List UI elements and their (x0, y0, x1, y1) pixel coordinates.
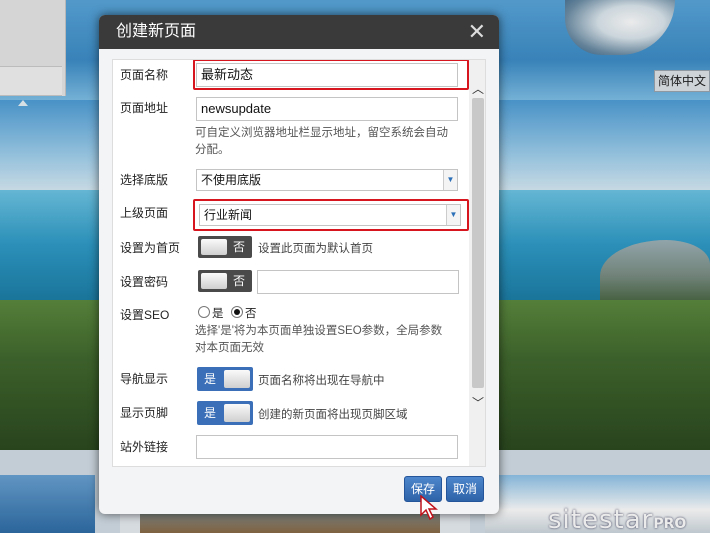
nav-display-toggle-text: 是 (204, 372, 217, 386)
dialog-title-bar: 创建新页面 ✕ (99, 15, 499, 49)
footer-display-hint: 创建的新页面将出现页脚区域 (258, 409, 408, 421)
seo-radio-no-label: 否 (245, 308, 257, 320)
close-icon[interactable]: ✕ (468, 15, 486, 49)
create-page-dialog: 创建新页面 ✕ 页面名称 最新动态 页面地址 newsupdate 可自定义浏览… (99, 15, 499, 514)
page-name-label: 页面名称 (120, 68, 169, 82)
set-home-hint: 设置此页面为默认首页 (258, 243, 373, 255)
set-home-toggle-text: 否 (232, 240, 245, 254)
template-select-value: 不使用底版 (201, 173, 262, 187)
parent-page-label: 上级页面 (120, 206, 169, 220)
toggle-knob (224, 370, 250, 388)
parent-page-select-value: 行业新闻 (204, 208, 253, 222)
seo-hint-1: 选择'是'将为本页面单独设置SEO参数，全局参数 (195, 325, 443, 337)
seo-hint-2: 对本页面无效 (195, 342, 264, 354)
form-scrollbar[interactable]: ︿ ﹀ (469, 60, 485, 466)
seo-radio-yes-label: 是 (212, 308, 224, 320)
toggle-knob (224, 404, 250, 422)
nav-display-toggle[interactable]: 是 (197, 367, 253, 391)
page-url-hint-1: 可自定义浏览器地址栏显示地址，留空系统会自动 (195, 127, 448, 139)
set-home-label: 设置为首页 (120, 241, 181, 255)
password-toggle[interactable]: 否 (198, 270, 252, 292)
password-label: 设置密码 (120, 275, 169, 289)
external-link-label: 站外链接 (120, 440, 169, 454)
mouse-cursor-icon (420, 495, 439, 521)
seo-radio-no[interactable] (231, 306, 243, 318)
dialog-title: 创建新页面 (116, 23, 197, 40)
set-home-toggle[interactable]: 否 (198, 236, 252, 258)
toggle-knob (201, 239, 227, 255)
page-name-input[interactable]: 最新动态 (196, 63, 458, 87)
parent-page-select[interactable]: 行业新闻 ▼ (199, 204, 461, 226)
scroll-up-icon[interactable]: ︿ (469, 82, 485, 96)
seo-radio-yes[interactable] (198, 306, 210, 318)
chevron-down-icon[interactable]: ▼ (443, 170, 457, 190)
password-toggle-text: 否 (232, 274, 245, 288)
cancel-button[interactable]: 取消 (446, 476, 484, 502)
template-select[interactable]: 不使用底版 ▼ (196, 169, 458, 191)
page-url-input[interactable]: newsupdate (196, 97, 458, 121)
template-label: 选择底版 (120, 173, 169, 187)
seo-label: 设置SEO (120, 308, 170, 322)
footer-display-toggle-text: 是 (204, 406, 217, 420)
scroll-thumb[interactable] (472, 98, 484, 388)
page-url-hint-2: 分配。 (195, 144, 230, 156)
nav-display-hint: 页面名称将出现在导航中 (258, 375, 385, 387)
footer-display-label: 显示页脚 (120, 406, 169, 420)
footer-display-toggle[interactable]: 是 (197, 401, 253, 425)
page-url-label: 页面地址 (120, 101, 169, 115)
chevron-down-icon[interactable]: ▼ (446, 205, 460, 225)
toggle-knob (201, 273, 227, 289)
scroll-down-icon[interactable]: ﹀ (469, 396, 485, 410)
nav-display-label: 导航显示 (120, 372, 169, 386)
password-input[interactable] (257, 270, 459, 294)
external-link-input[interactable] (196, 435, 458, 459)
dialog-form: 页面名称 最新动态 页面地址 newsupdate 可自定义浏览器地址栏显示地址… (112, 59, 486, 467)
